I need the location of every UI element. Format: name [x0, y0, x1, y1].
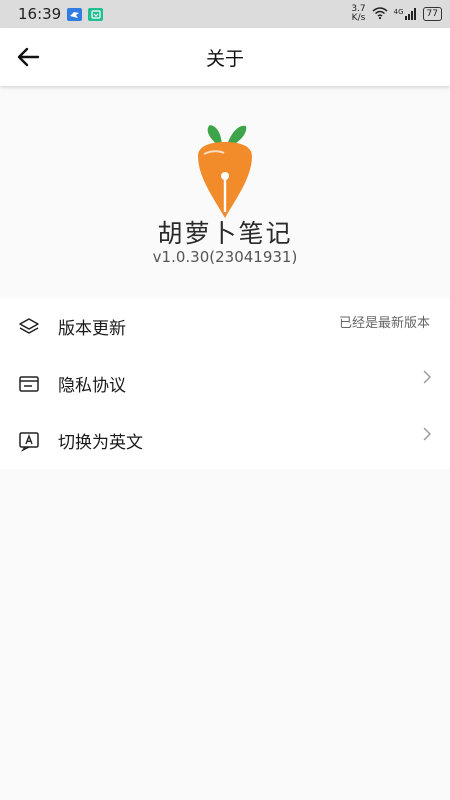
- status-time: 16:39: [18, 5, 62, 23]
- menu-item-label: 切换为英文: [58, 433, 143, 453]
- signal-icon: 4G: [394, 8, 417, 20]
- app-name: 胡萝卜笔记: [157, 219, 293, 248]
- status-bar-right: 3.7 K/s 4G 77: [351, 5, 442, 23]
- back-button[interactable]: [16, 44, 42, 70]
- status-bar: 16:39 3.7 K/s 4G 77: [0, 0, 450, 28]
- net-speed-unit: K/s: [351, 13, 366, 23]
- net-speed: 3.7 K/s: [351, 5, 365, 23]
- page-title: 关于: [205, 47, 244, 70]
- menu-item-privacy-policy[interactable]: 隐私协议: [0, 355, 450, 412]
- app-version: v1.0.30(23041931): [152, 248, 298, 266]
- chevron-right-icon: [423, 370, 431, 384]
- layers-icon: [18, 316, 40, 338]
- document-icon: [18, 373, 40, 395]
- menu-item-label: 版本更新: [58, 319, 126, 339]
- top-bar: 关于: [0, 28, 450, 86]
- menu-item-switch-english[interactable]: 切换为英文: [0, 412, 450, 469]
- menu-item-label: 隐私协议: [58, 376, 126, 396]
- menu-item-version-update[interactable]: 版本更新 已经是最新版本: [0, 298, 450, 355]
- back-arrow-icon: [17, 47, 40, 67]
- wifi-icon: [372, 6, 388, 22]
- app-logo-section: [0, 120, 450, 224]
- settings-list: 版本更新 已经是最新版本 隐私协议 切换为英文: [0, 298, 450, 469]
- battery-indicator: 77: [422, 7, 442, 21]
- notification-app-icon: [88, 7, 104, 21]
- version-status-text: 已经是最新版本: [338, 316, 430, 331]
- carrot-logo-icon: [198, 125, 252, 218]
- language-icon: [18, 430, 40, 452]
- chevron-right-icon: [423, 427, 431, 441]
- notification-bird-icon: [67, 7, 83, 21]
- signal-label: 4G: [393, 8, 404, 16]
- status-bar-left: 16:39: [18, 5, 104, 23]
